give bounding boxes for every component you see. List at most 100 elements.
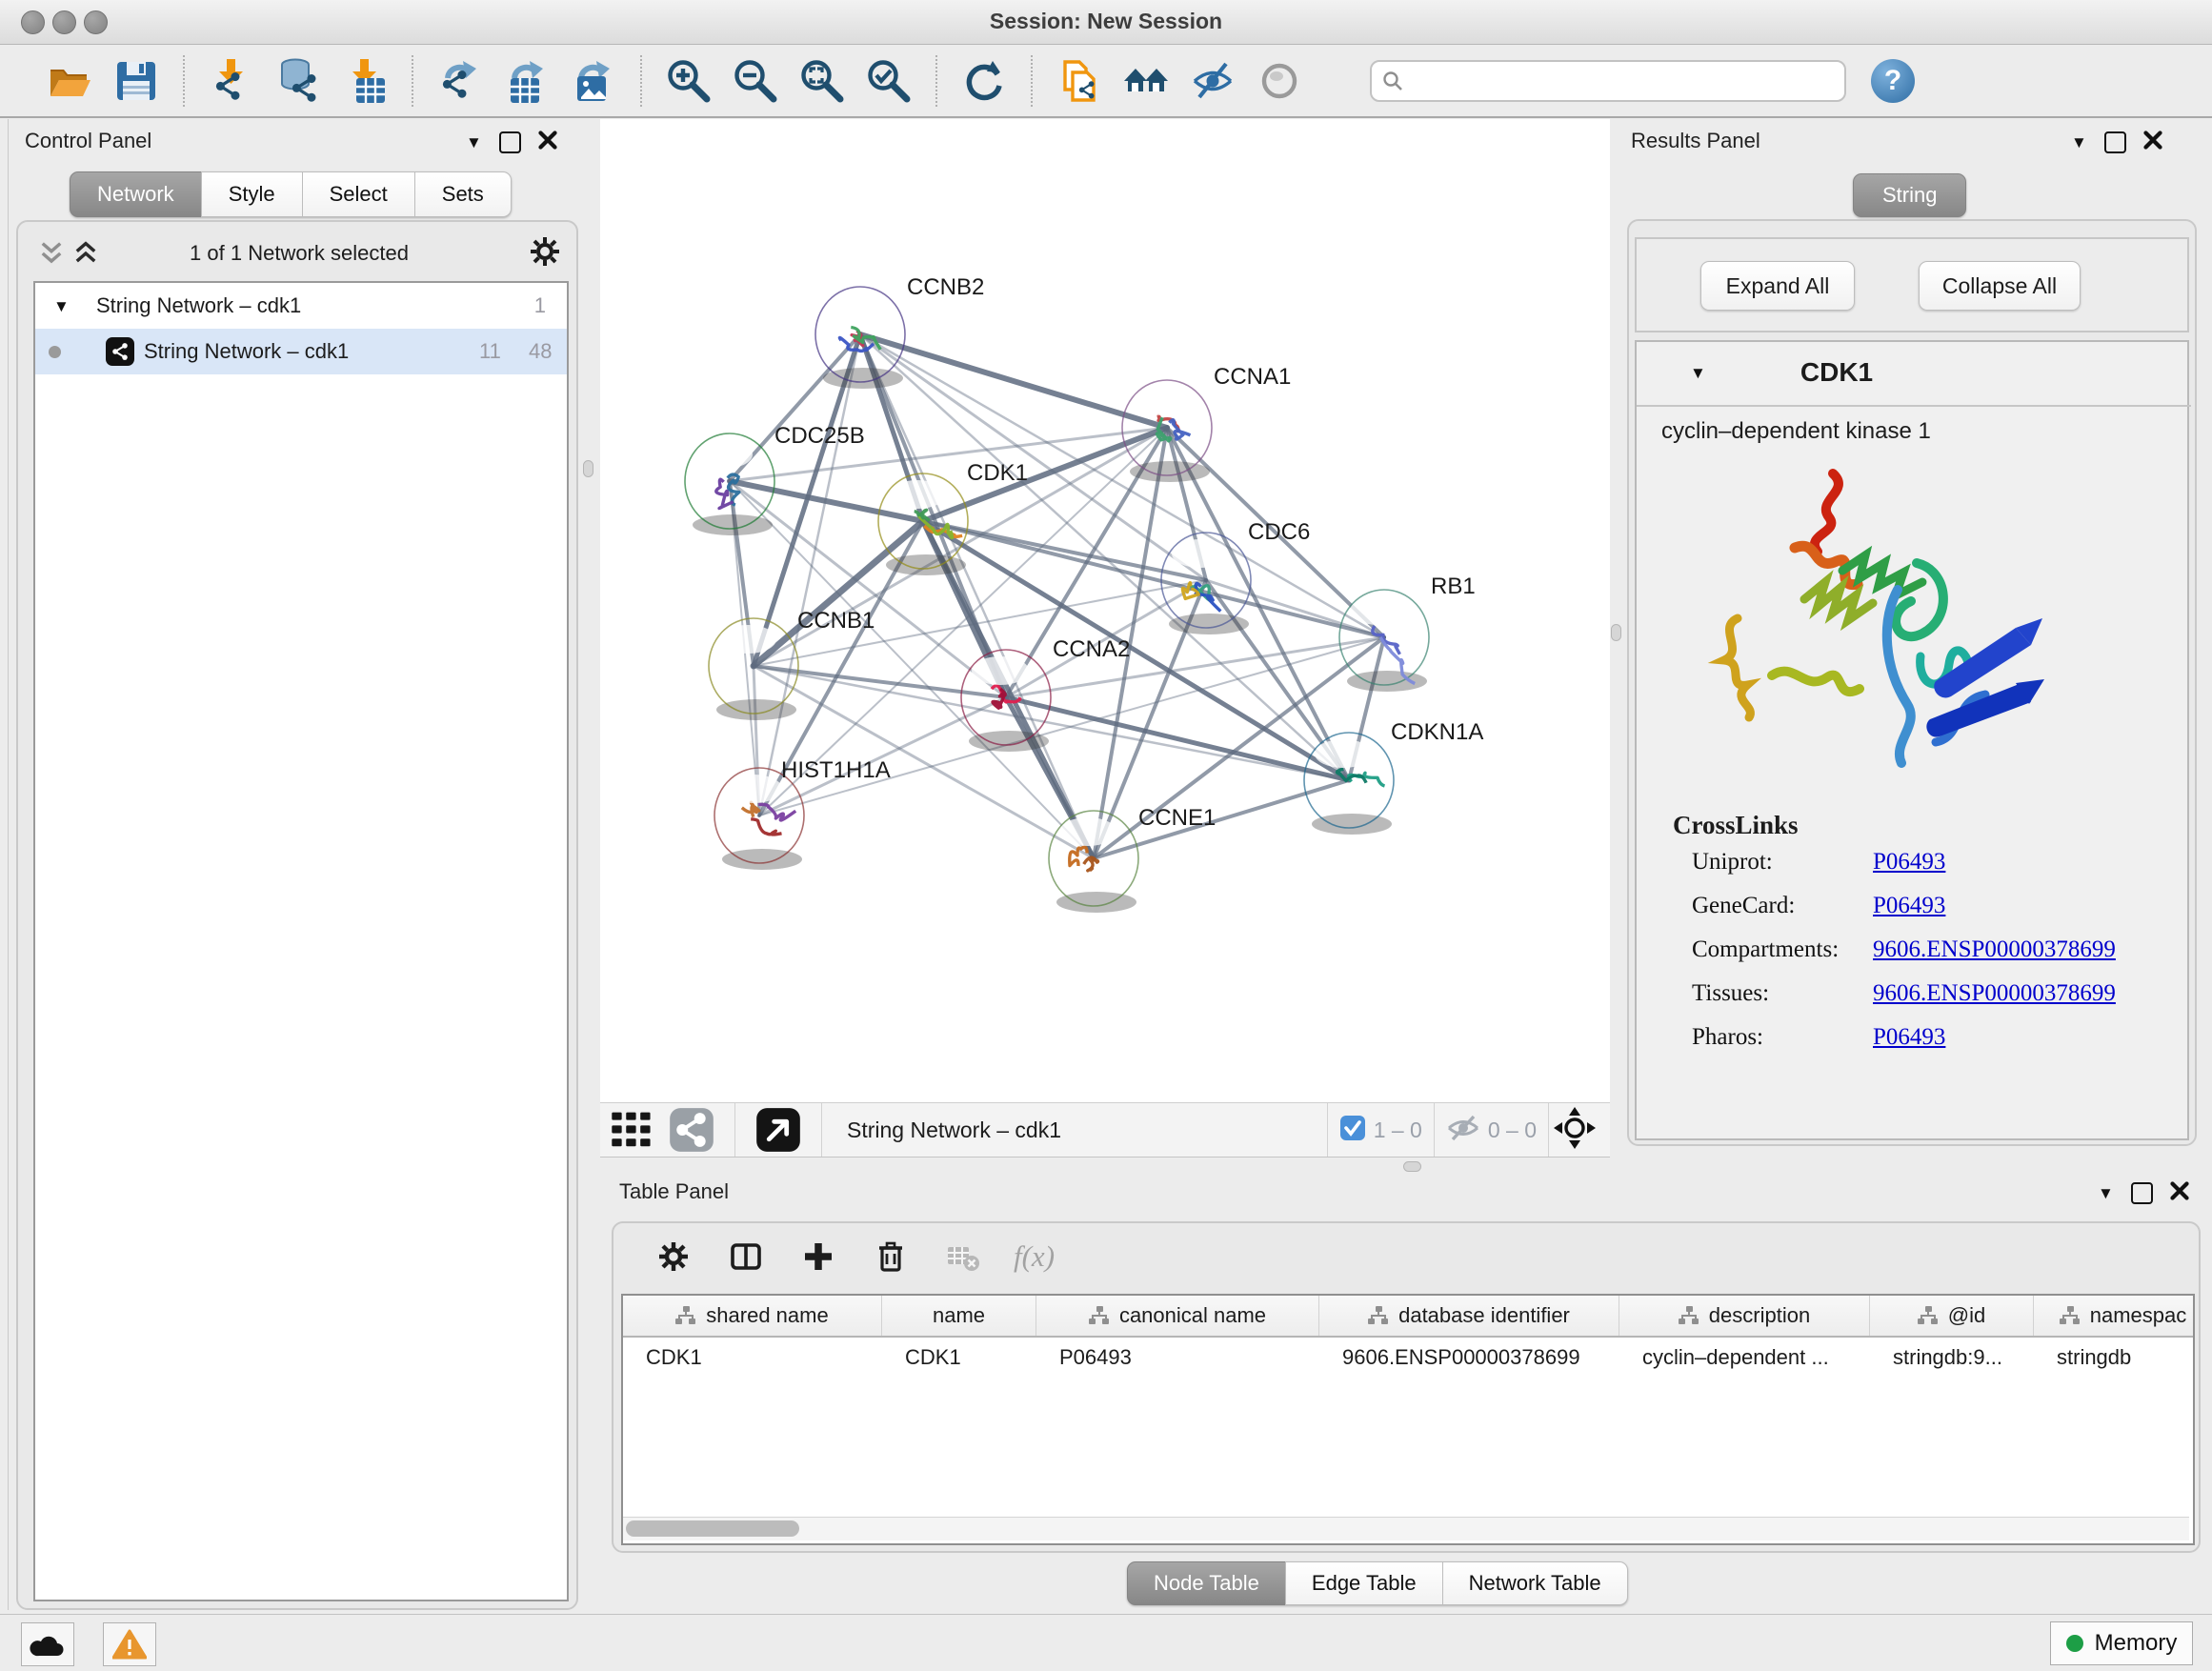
float-table-icon[interactable]	[2131, 1182, 2153, 1204]
crosslink-link[interactable]: P06493	[1873, 1024, 1945, 1051]
zoom-fit-icon[interactable]	[795, 54, 849, 108]
save-session-icon[interactable]	[110, 54, 163, 108]
zoom-out-icon[interactable]	[729, 54, 782, 108]
import-network-database-icon[interactable]	[271, 54, 325, 108]
crosslink-link[interactable]: 9606.ENSP00000378699	[1873, 936, 2116, 963]
memory-label: Memory	[2095, 1630, 2178, 1657]
node-CCNB2[interactable]	[815, 287, 905, 389]
node-CDKN1A[interactable]	[1304, 733, 1394, 835]
close-panel-icon[interactable]	[538, 131, 557, 154]
import-table-icon[interactable]	[338, 54, 392, 108]
node-gloss	[719, 625, 776, 654]
export-view-icon[interactable]	[754, 1103, 803, 1157]
crosslink-label: Pharos:	[1692, 1024, 1873, 1051]
horizontal-splitter-handle[interactable]	[1403, 1161, 1421, 1172]
table-cell[interactable]: stringdb	[2034, 1338, 2195, 1378]
crosslink-link[interactable]: 9606.ENSP00000378699	[1873, 980, 2116, 1007]
open-session-icon[interactable]	[43, 54, 96, 108]
collapse-results-icon[interactable]: ▼	[2071, 134, 2087, 151]
node-HIST1H1A[interactable]	[714, 768, 804, 870]
column-header-shared-name[interactable]: shared name	[623, 1296, 882, 1336]
tab-network-table[interactable]: Network Table	[1442, 1561, 1628, 1605]
column-header-namespac[interactable]: namespac	[2034, 1296, 2195, 1336]
crosslink-link[interactable]: P06493	[1873, 893, 1945, 919]
table-settings-icon[interactable]	[652, 1235, 695, 1278]
column-header-database-identifier[interactable]: database identifier	[1319, 1296, 1619, 1336]
search-input[interactable]	[1412, 68, 1835, 94]
show-columns-icon[interactable]	[724, 1235, 768, 1278]
network-view-canvas[interactable]: CCNB2CCNA1CDC25BCDK1CDC6RB1CCNB1CCNA2CDK…	[600, 119, 1610, 1102]
node-gloss	[1172, 539, 1229, 568]
selected-checkbox-icon[interactable]	[1339, 1115, 1366, 1146]
close-table-icon[interactable]	[2170, 1181, 2189, 1205]
search-box[interactable]	[1370, 60, 1846, 102]
tab-style[interactable]: Style	[201, 171, 303, 217]
column-header-@id[interactable]: @id	[1870, 1296, 2034, 1336]
export-network-icon[interactable]	[433, 54, 487, 108]
crosslink-link[interactable]: P06493	[1873, 849, 1945, 876]
birdseye-grid-icon[interactable]	[610, 1103, 654, 1157]
table-cell[interactable]: stringdb:9...	[1870, 1338, 2034, 1378]
help-icon[interactable]: ?	[1871, 59, 1915, 103]
first-neighbors-icon[interactable]	[1119, 54, 1173, 108]
warning-button[interactable]	[103, 1622, 156, 1666]
column-tree-icon	[1679, 1306, 1699, 1325]
close-results-icon[interactable]	[2143, 131, 2162, 154]
collapse-table-icon[interactable]: ▼	[2098, 1185, 2114, 1201]
table-cell[interactable]: cyclin–dependent ...	[1619, 1338, 1870, 1378]
refresh-network-icon[interactable]	[957, 54, 1011, 108]
node-RB1[interactable]	[1339, 590, 1429, 692]
delete-column-icon[interactable]	[869, 1235, 913, 1278]
tab-network[interactable]: Network	[70, 171, 202, 217]
share-view-icon[interactable]	[667, 1103, 716, 1157]
tab-select[interactable]: Select	[302, 171, 415, 217]
crosshair-icon[interactable]	[1553, 1106, 1597, 1155]
table-row[interactable]: CDK1CDK1P064939606.ENSP00000378699cyclin…	[623, 1338, 2193, 1378]
node-gloss	[725, 775, 782, 803]
memory-button[interactable]: Memory	[2050, 1621, 2193, 1665]
show-all-icon[interactable]	[1253, 54, 1306, 108]
column-header-name[interactable]: name	[882, 1296, 1036, 1336]
table-horizontal-scrollbar[interactable]	[623, 1517, 2189, 1540]
node-CCNA2[interactable]	[961, 650, 1051, 752]
selected-count: 1 – 0	[1374, 1117, 1422, 1143]
import-network-icon[interactable]	[205, 54, 258, 108]
crosslinks-heading: CrossLinks	[1673, 811, 1799, 840]
cloud-button[interactable]	[21, 1622, 74, 1666]
left-splitter-handle[interactable]	[583, 460, 593, 477]
expand-all-button[interactable]: Expand All	[1700, 261, 1855, 311]
network-row[interactable]: String Network – cdk1 11 48	[35, 329, 567, 374]
node-CCNE1[interactable]	[1049, 811, 1138, 913]
table-cell[interactable]: CDK1	[882, 1338, 1036, 1378]
collapse-all-button[interactable]: Collapse All	[1919, 261, 2081, 311]
float-results-icon[interactable]	[2104, 131, 2126, 153]
hide-selected-icon[interactable]	[1186, 54, 1239, 108]
network-options-gear-icon[interactable]	[529, 235, 561, 272]
tab-string[interactable]: String	[1853, 173, 1966, 217]
tab-sets[interactable]: Sets	[414, 171, 512, 217]
table-cell[interactable]: CDK1	[623, 1338, 882, 1378]
table-scrollbar-thumb[interactable]	[626, 1520, 799, 1537]
export-image-icon[interactable]	[567, 54, 620, 108]
network-collection-row[interactable]: ▼ String Network – cdk1 1	[35, 283, 567, 329]
node-label-RB1: RB1	[1431, 574, 1476, 599]
column-header-canonical-name[interactable]: canonical name	[1036, 1296, 1319, 1336]
tab-edge-table[interactable]: Edge Table	[1285, 1561, 1443, 1605]
add-column-icon[interactable]	[796, 1235, 840, 1278]
collapse-panel-icon[interactable]: ▼	[466, 134, 482, 151]
hidden-eye-icon[interactable]	[1446, 1114, 1480, 1147]
collection-expand-icon[interactable]: ▼	[53, 298, 70, 314]
zoom-in-icon[interactable]	[662, 54, 715, 108]
table-cell[interactable]: 9606.ENSP00000378699	[1319, 1338, 1619, 1378]
node-gloss	[1350, 596, 1407, 625]
node-table[interactable]: shared namenamecanonical namedatabase id…	[621, 1294, 2195, 1545]
node-CDC25B[interactable]	[685, 433, 774, 535]
string-network-graph[interactable]: CCNB2CCNA1CDC25BCDK1CDC6RB1CCNB1CCNA2CDK…	[600, 119, 1610, 1102]
float-panel-icon[interactable]	[499, 131, 521, 153]
tab-node-table[interactable]: Node Table	[1127, 1561, 1286, 1605]
zoom-selected-icon[interactable]	[862, 54, 915, 108]
copy-style-icon[interactable]	[1053, 54, 1106, 108]
table-cell[interactable]: P06493	[1036, 1338, 1319, 1378]
export-table-icon[interactable]	[500, 54, 553, 108]
column-header-description[interactable]: description	[1619, 1296, 1870, 1336]
